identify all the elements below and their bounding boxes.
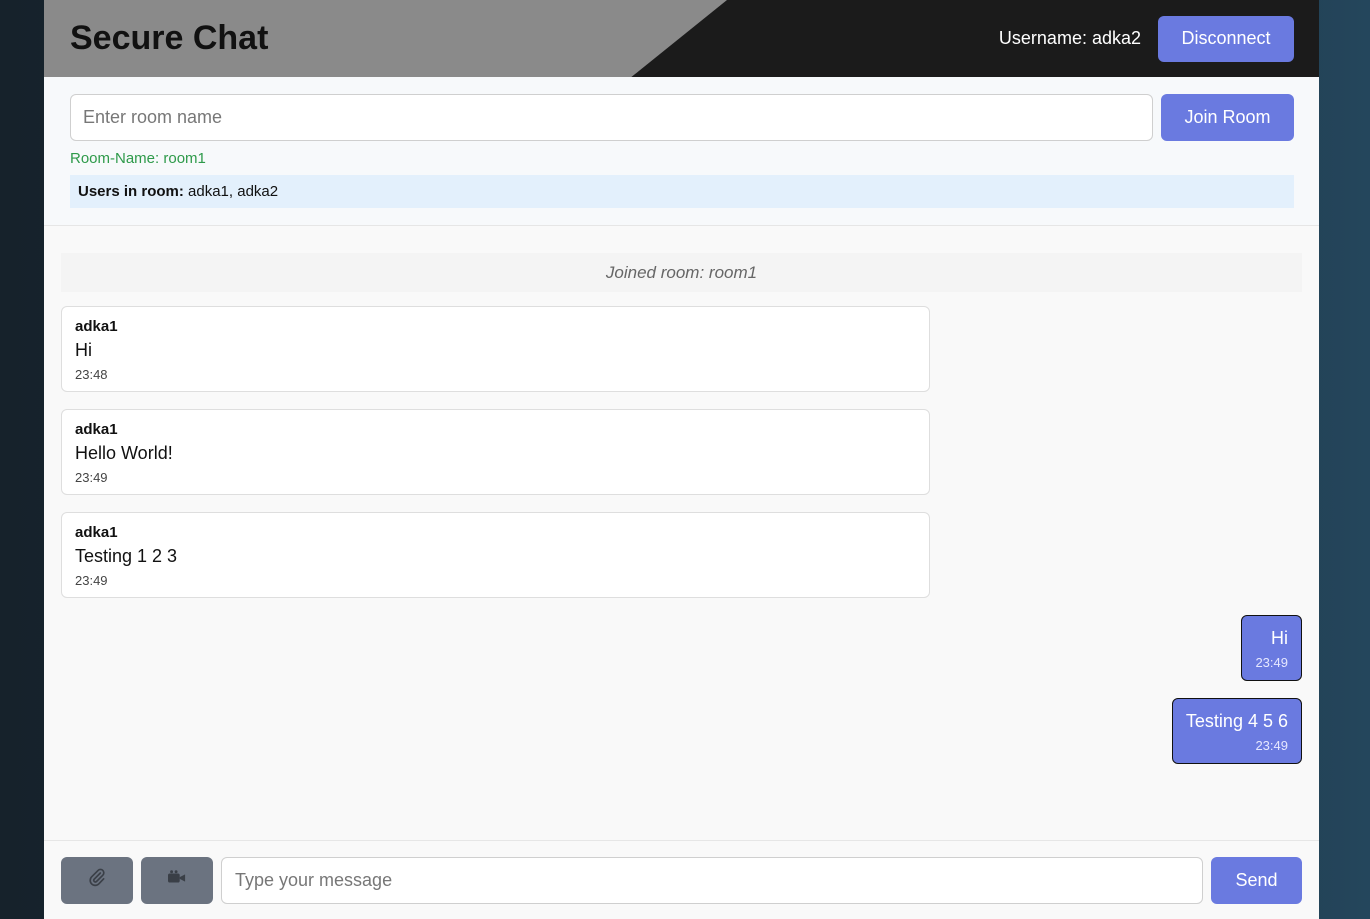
video-camera-icon (166, 869, 188, 892)
message-time: 23:49 (75, 470, 108, 485)
room-panel: Join Room Room-Name: room1 Users in room… (44, 77, 1319, 226)
room-join-row: Join Room (70, 94, 1294, 141)
incoming-message: adka1 Hi 23:48 (61, 306, 930, 392)
room-name-input[interactable] (70, 94, 1153, 141)
disconnect-button[interactable]: Disconnect (1158, 15, 1294, 62)
system-message: Joined room: room1 (61, 253, 1302, 292)
composer-bar: Send (44, 840, 1319, 919)
message-sender: adka1 (75, 318, 118, 335)
header-bar: Secure Chat Username: adka2 Disconnect (44, 0, 1319, 77)
attach-file-button[interactable] (61, 856, 133, 904)
app-title: Secure Chat (70, 19, 269, 57)
users-label: Users in room: (78, 183, 184, 200)
incoming-message: adka1 Testing 1 2 3 23:49 (61, 512, 930, 598)
video-call-button[interactable] (141, 856, 213, 904)
outgoing-message: Hi 23:49 (1241, 615, 1302, 681)
message-text: Hi (75, 340, 92, 360)
outgoing-message-row: Hi 23:49 (61, 615, 1302, 681)
header-right: Username: adka2 Disconnect (998, 15, 1294, 62)
message-text: Hello World! (75, 443, 173, 463)
users-in-room: Users in room: adka1, adka2 (70, 175, 1294, 208)
message-sender: adka1 (75, 421, 118, 438)
join-room-button[interactable]: Join Room (1161, 94, 1294, 141)
chat-app: Secure Chat Username: adka2 Disconnect J… (44, 0, 1319, 919)
users-list: adka1, adka2 (183, 183, 279, 200)
message-text: Testing 1 2 3 (75, 546, 178, 566)
message-input[interactable] (221, 856, 1203, 904)
message-time: 23:48 (75, 367, 108, 382)
paperclip-icon (87, 868, 107, 893)
message-time: 23:49 (1255, 655, 1288, 670)
message-time: 23:49 (1255, 738, 1288, 753)
message-text: Hi (1271, 628, 1288, 648)
username-display: Username: adka2 (998, 28, 1141, 48)
message-list: Joined room: room1 adka1 Hi 23:48 adka1 … (44, 226, 1319, 840)
outgoing-message: Testing 4 5 6 23:49 (1171, 698, 1302, 764)
outgoing-message-row: Testing 4 5 6 23:49 (61, 698, 1302, 764)
current-room-name: Room-Name: room1 (70, 150, 206, 167)
message-time: 23:49 (75, 573, 108, 588)
incoming-message: adka1 Hello World! 23:49 (61, 409, 930, 495)
send-button[interactable]: Send (1211, 856, 1302, 904)
message-sender: adka1 (75, 524, 118, 541)
message-text: Testing 4 5 6 (1185, 711, 1288, 731)
